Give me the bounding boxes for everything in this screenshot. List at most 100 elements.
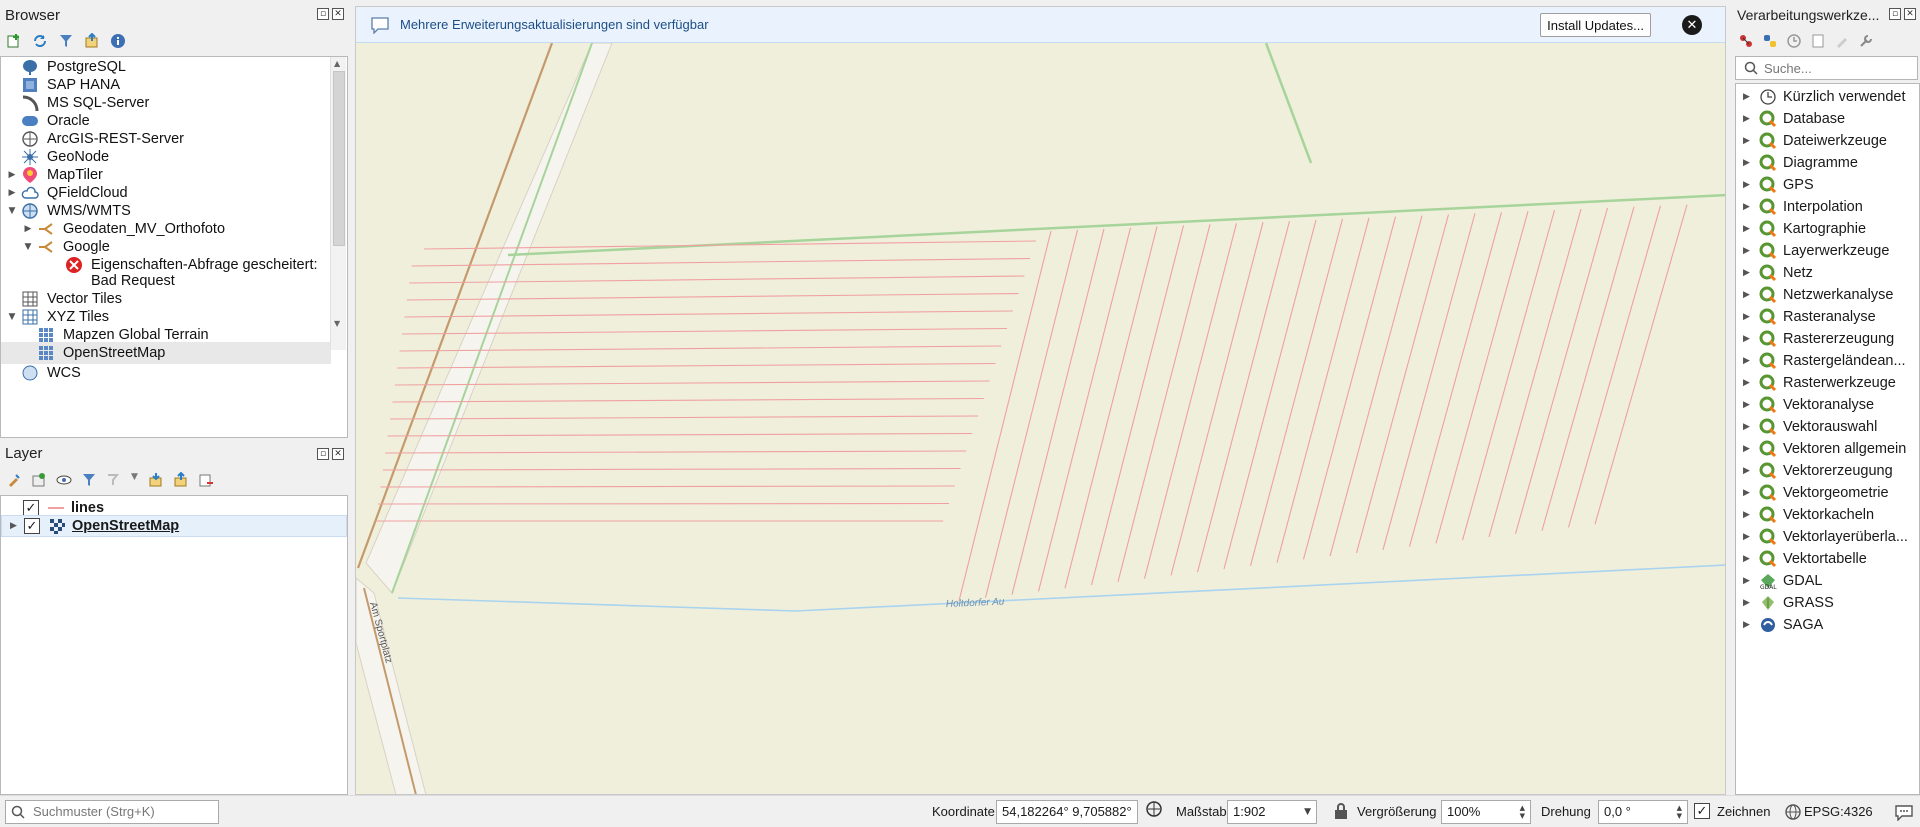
- scroll-thumb[interactable]: [333, 71, 345, 246]
- scroll-up-icon[interactable]: ▲: [334, 59, 340, 68]
- expand-arrow-icon[interactable]: ▶: [1743, 312, 1753, 322]
- expand-arrow-icon[interactable]: ▶: [1743, 598, 1753, 608]
- python-scripts-icon[interactable]: [1762, 33, 1778, 49]
- processing-group-vektorkacheln[interactable]: ▶ Vektorkacheln: [1736, 504, 1919, 526]
- processing-group-vektorgeometrie[interactable]: ▶ Vektorgeometrie: [1736, 482, 1919, 504]
- processing-group-netzwerkanalyse[interactable]: ▶ Netzwerkanalyse: [1736, 284, 1919, 306]
- expand-arrow-icon[interactable]: ▶: [1743, 246, 1753, 256]
- processing-group-vektorlayerüberla[interactable]: ▶ Vektorlayerüberla...: [1736, 526, 1919, 548]
- add-layer-icon[interactable]: [6, 33, 22, 49]
- expand-arrow-icon[interactable]: ▶: [1743, 158, 1753, 168]
- processing-group-netz[interactable]: ▶ Netz: [1736, 262, 1919, 284]
- expand-arrow-icon[interactable]: ▶: [1743, 378, 1753, 388]
- info-icon[interactable]: [110, 33, 126, 49]
- processing-group-rastergeländean[interactable]: ▶ Rastergeländean...: [1736, 350, 1919, 372]
- expand-arrow-icon[interactable]: ▶: [1743, 620, 1753, 630]
- processing-group-kürzlich-verwendet[interactable]: ▶ Kürzlich verwendet: [1736, 86, 1919, 108]
- collapse-all-icon[interactable]: [84, 32, 100, 49]
- lock-icon[interactable]: [1333, 802, 1349, 823]
- collapse-arrow-icon[interactable]: ▼: [7, 206, 17, 216]
- processing-group-vektortabelle[interactable]: ▶ Vektortabelle: [1736, 548, 1919, 570]
- expand-arrow-icon[interactable]: ▶: [1743, 510, 1753, 520]
- processing-search-input[interactable]: Suche...: [1735, 56, 1918, 80]
- expand-arrow-icon[interactable]: ▶: [1743, 224, 1753, 234]
- map-canvas[interactable]: Mehrere Erweiterungsaktualisierungen sin…: [355, 6, 1726, 795]
- render-checkbox[interactable]: ✓: [1694, 803, 1710, 819]
- close-icon[interactable]: ✕: [1682, 15, 1702, 35]
- layer-visibility-checkbox[interactable]: ✓: [23, 500, 39, 516]
- chevron-down-icon[interactable]: ▼: [131, 472, 139, 488]
- spinner-arrows-icon[interactable]: ▲ ▼: [1677, 804, 1682, 820]
- processing-group-gdal[interactable]: ▶ GDAL GDAL: [1736, 570, 1919, 592]
- crs-globe-icon[interactable]: [1784, 803, 1802, 824]
- browser-tree[interactable]: PostgreSQL SAP HANA MS SQL-Server Oracle Arc…: [0, 56, 348, 438]
- close-panel-button[interactable]: ✕: [332, 8, 344, 20]
- filter-expression-icon[interactable]: [106, 472, 122, 488]
- rotation-spinbox[interactable]: 0,0 ° ▲ ▼: [1598, 799, 1688, 824]
- layer-item-openstreetmap[interactable]: ▶ ✓ OpenStreetMap: [1, 515, 347, 537]
- processing-group-kartographie[interactable]: ▶ Kartographie: [1736, 218, 1919, 240]
- install-updates-button[interactable]: Install Updates...: [1540, 13, 1651, 37]
- filter-icon[interactable]: [58, 33, 74, 49]
- processing-group-vektoren-allgemein[interactable]: ▶ Vektoren allgemein: [1736, 438, 1919, 460]
- collapse-arrow-icon[interactable]: ▼: [7, 312, 17, 322]
- processing-group-database[interactable]: ▶ Database: [1736, 108, 1919, 130]
- expand-arrow-icon[interactable]: ▶: [1743, 356, 1753, 366]
- float-panel-button[interactable]: ▫: [1889, 8, 1901, 20]
- expand-arrow-icon[interactable]: ▶: [10, 521, 24, 531]
- processing-group-gps[interactable]: ▶ GPS: [1736, 174, 1919, 196]
- processing-group-rasteranalyse[interactable]: ▶ Rasteranalyse: [1736, 306, 1919, 328]
- scale-combobox[interactable]: 1:902 ▼: [1227, 799, 1317, 824]
- coordinate-toggle-icon[interactable]: [1144, 799, 1164, 824]
- add-group-icon[interactable]: [31, 472, 47, 488]
- layer-tree[interactable]: ✓ lines ▶ ✓ OpenStreetMap: [0, 495, 348, 795]
- filter-legend-icon[interactable]: [81, 472, 97, 488]
- expand-arrow-icon[interactable]: ▶: [1743, 334, 1753, 344]
- expand-arrow-icon[interactable]: ▶: [7, 188, 17, 198]
- expand-arrow-icon[interactable]: ▶: [1743, 290, 1753, 300]
- layer-visibility-checkbox[interactable]: ✓: [24, 518, 40, 534]
- expand-arrow-icon[interactable]: ▶: [1743, 444, 1753, 454]
- remove-layer-icon[interactable]: [198, 472, 214, 488]
- expand-arrow-icon[interactable]: ▶: [1743, 422, 1753, 432]
- expand-arrow-icon[interactable]: ▶: [1743, 466, 1753, 476]
- coordinate-field[interactable]: 54,182264° 9,705882°: [996, 799, 1138, 824]
- messages-icon[interactable]: [1894, 803, 1914, 824]
- expand-arrow-icon[interactable]: ▶: [1743, 92, 1753, 102]
- expand-arrow-icon[interactable]: ▶: [1743, 488, 1753, 498]
- edit-features-icon[interactable]: [1834, 33, 1850, 49]
- expand-all-icon[interactable]: [148, 472, 164, 488]
- map-view[interactable]: Am Sportplatz Holtdorfer Au: [356, 43, 1726, 795]
- expand-arrow-icon[interactable]: ▶: [1743, 114, 1753, 124]
- history-icon[interactable]: [1786, 33, 1802, 49]
- locator-search-input[interactable]: Suchmuster (Strg+K): [5, 799, 219, 824]
- float-panel-button[interactable]: ▫: [317, 8, 329, 20]
- processing-group-vektoranalyse[interactable]: ▶ Vektoranalyse: [1736, 394, 1919, 416]
- expand-arrow-icon[interactable]: ▶: [1743, 202, 1753, 212]
- processing-group-saga[interactable]: ▶ SAGA: [1736, 614, 1919, 636]
- processing-group-layerwerkzeuge[interactable]: ▶ Layerwerkzeuge: [1736, 240, 1919, 262]
- processing-tree[interactable]: ▶ Kürzlich verwendet ▶ Database ▶ Dateiwerkze…: [1735, 83, 1920, 795]
- collapse-all-icon[interactable]: [173, 471, 189, 488]
- expand-arrow-icon[interactable]: ▶: [1743, 576, 1753, 586]
- crs-button[interactable]: EPSG:4326: [1804, 804, 1873, 819]
- processing-group-rasterwerkzeuge[interactable]: ▶ Rasterwerkzeuge: [1736, 372, 1919, 394]
- options-wrench-icon[interactable]: [1858, 33, 1874, 49]
- expand-arrow-icon[interactable]: ▶: [7, 170, 17, 180]
- refresh-icon[interactable]: [32, 33, 48, 49]
- float-panel-button[interactable]: ▫: [317, 448, 329, 460]
- processing-group-interpolation[interactable]: ▶ Interpolation: [1736, 196, 1919, 218]
- expand-arrow-icon[interactable]: ▶: [1743, 400, 1753, 410]
- processing-group-rastererzeugung[interactable]: ▶ Rastererzeugung: [1736, 328, 1919, 350]
- close-panel-button[interactable]: ✕: [332, 448, 344, 460]
- browser-item-openstreetmap[interactable]: OpenStreetMap: [1, 342, 331, 364]
- scroll-down-icon[interactable]: ▼: [334, 319, 340, 328]
- expand-arrow-icon[interactable]: ▶: [1743, 554, 1753, 564]
- spinner-arrows-icon[interactable]: ▲ ▼: [1520, 804, 1525, 820]
- expand-arrow-icon[interactable]: ▶: [23, 224, 33, 234]
- expand-arrow-icon[interactable]: ▶: [1743, 532, 1753, 542]
- style-brush-icon[interactable]: [6, 472, 22, 488]
- processing-group-vektorerzeugung[interactable]: ▶ Vektorerzeugung: [1736, 460, 1919, 482]
- expand-arrow-icon[interactable]: ▶: [1743, 180, 1753, 190]
- processing-group-diagramme[interactable]: ▶ Diagramme: [1736, 152, 1919, 174]
